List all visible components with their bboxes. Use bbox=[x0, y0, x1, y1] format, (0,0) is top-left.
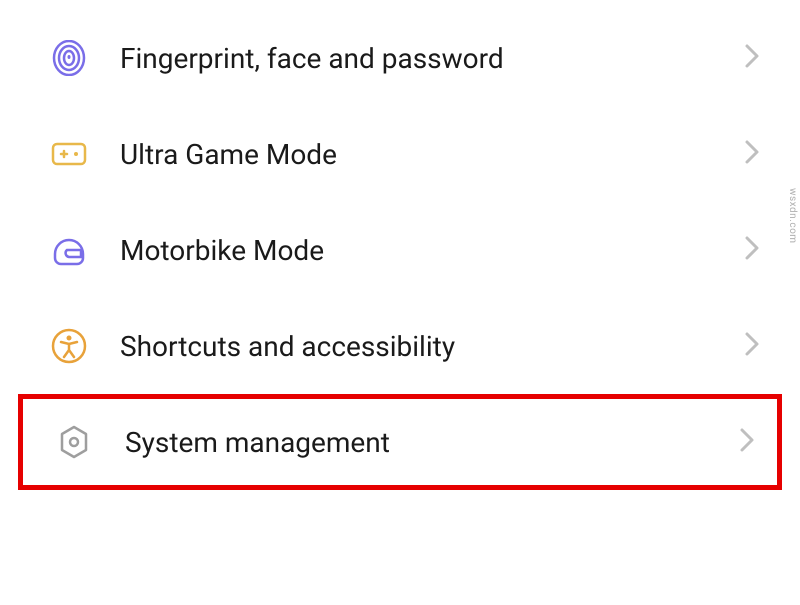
settings-item-shortcuts-accessibility[interactable]: Shortcuts and accessibility bbox=[0, 298, 800, 394]
settings-list: Fingerprint, face and password Ultra Gam… bbox=[0, 0, 800, 500]
settings-item-label: Fingerprint, face and password bbox=[120, 42, 744, 75]
helmet-icon bbox=[50, 231, 88, 269]
settings-item-fingerprint[interactable]: Fingerprint, face and password bbox=[0, 10, 800, 106]
settings-item-label: Motorbike Mode bbox=[120, 234, 744, 267]
chevron-right-icon bbox=[739, 427, 755, 457]
settings-item-label: Ultra Game Mode bbox=[120, 138, 744, 171]
chevron-right-icon bbox=[744, 43, 760, 73]
settings-item-system-management[interactable]: System management bbox=[18, 394, 782, 490]
settings-item-label: Shortcuts and accessibility bbox=[120, 330, 744, 363]
gear-hexagon-icon bbox=[55, 423, 93, 461]
settings-item-label: System management bbox=[125, 426, 739, 459]
chevron-right-icon bbox=[744, 235, 760, 265]
settings-item-ultra-game-mode[interactable]: Ultra Game Mode bbox=[0, 106, 800, 202]
accessibility-icon bbox=[50, 327, 88, 365]
chevron-right-icon bbox=[744, 139, 760, 169]
watermark-text: wsxdn.com bbox=[787, 188, 798, 244]
settings-item-motorbike-mode[interactable]: Motorbike Mode bbox=[0, 202, 800, 298]
fingerprint-icon bbox=[50, 39, 88, 77]
chevron-right-icon bbox=[744, 331, 760, 361]
gamepad-icon bbox=[50, 135, 88, 173]
